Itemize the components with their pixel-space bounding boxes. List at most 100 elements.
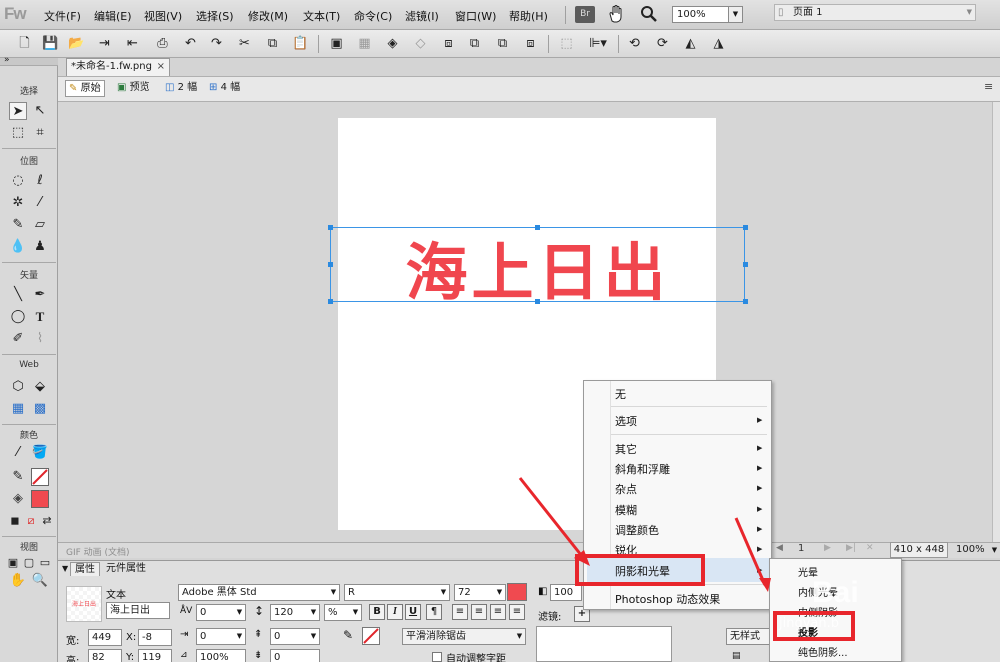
menu-select[interactable]: 选择(S) [196, 8, 234, 24]
stroke-color-icon[interactable]: ✎ [9, 468, 27, 486]
send-to-back-icon[interactable]: ⧈ [522, 35, 539, 52]
hand-icon[interactable] [606, 4, 626, 24]
resize-handle[interactable] [535, 225, 540, 230]
height-field[interactable]: 82 [88, 649, 122, 662]
opacity-field[interactable]: 100 [550, 584, 582, 601]
stroke-swatch[interactable] [362, 627, 380, 645]
split-icon[interactable]: ◇ [412, 35, 429, 52]
resize-handle[interactable] [328, 225, 333, 230]
resize-handle[interactable] [328, 299, 333, 304]
paint-bucket-tool-icon[interactable]: 🪣 [31, 444, 49, 462]
send-backward-icon[interactable]: ⧉ [494, 35, 511, 52]
print-icon[interactable]: ⎙ [154, 35, 171, 52]
lasso-tool-icon[interactable]: ℓ [31, 172, 49, 190]
close-icon[interactable]: × [157, 59, 165, 75]
panel-options-icon[interactable]: ≡ [984, 80, 993, 93]
menu-item-bevel-emboss[interactable]: 斜角和浮雕 [615, 461, 765, 477]
object-name-field[interactable]: 海上日出 [106, 602, 170, 619]
menu-file[interactable]: 文件(F) [44, 8, 81, 24]
fill-color-swatch[interactable] [31, 490, 49, 508]
text-tool-icon[interactable]: T [31, 308, 49, 326]
distribute-icon[interactable]: ⬚ [558, 35, 575, 52]
tab-symbol-properties[interactable]: 元件属性 [102, 562, 150, 576]
paragraph-icon[interactable]: ¶ [426, 604, 442, 620]
undo-icon[interactable]: ↶ [182, 35, 199, 52]
marquee-tool-icon[interactable]: ◌ [9, 172, 27, 190]
next-frame-icon[interactable]: ▶| [846, 543, 856, 553]
ungroup-icon[interactable]: ▦ [356, 35, 373, 52]
bring-forward-icon[interactable]: ⧉ [466, 35, 483, 52]
vertical-scrollbar[interactable] [992, 102, 1000, 542]
cut-icon[interactable]: ✂ [236, 35, 253, 52]
new-document-icon[interactable]: 🗋 [16, 35, 33, 52]
full-screen-icon[interactable]: ▭ [36, 554, 54, 572]
status-zoom-select[interactable]: 100% ▼ [952, 542, 1000, 558]
resize-handle[interactable] [535, 299, 540, 304]
menu-window[interactable]: 窗口(W) [455, 8, 496, 24]
font-style-select[interactable]: R ▼ [344, 584, 450, 601]
rotate-right-icon[interactable]: ⟳ [654, 35, 671, 52]
pointer-tool-icon[interactable]: ➤ [9, 102, 27, 120]
pencil-tool-icon[interactable]: ✎ [9, 216, 27, 234]
group-icon[interactable]: ▣ [328, 35, 345, 52]
zoom-level-select[interactable]: 100% ▼ [672, 6, 743, 23]
pen-tool-icon[interactable]: ✒ [31, 286, 49, 304]
justify-icon[interactable]: ≡ [509, 604, 525, 620]
redo-icon[interactable]: ↷ [208, 35, 225, 52]
style-select[interactable]: 无样式 [726, 628, 772, 645]
zoom-tool-icon[interactable]: 🔍 [31, 572, 49, 590]
menu-item-blur[interactable]: 模糊 [615, 502, 765, 518]
hide-slices-icon[interactable]: ▦ [9, 400, 27, 418]
tab-original[interactable]: ✎ 原始 [65, 80, 105, 97]
prev-frame-icon[interactable]: ◀ [776, 543, 783, 553]
resize-handle[interactable] [743, 262, 748, 267]
style-options-icon[interactable]: ▤ [732, 651, 741, 661]
document-tab[interactable]: *未命名-1.fw.png × [66, 58, 170, 76]
kerning-field[interactable]: 0 ▼ [196, 604, 246, 621]
collapse-icon[interactable]: » [4, 55, 10, 65]
page-select[interactable]: ▯ 页面 1 ▼ [774, 4, 976, 21]
resize-handle[interactable] [743, 299, 748, 304]
join-icon[interactable]: ◈ [384, 35, 401, 52]
underline-button[interactable]: U [405, 604, 421, 620]
menu-filters[interactable]: 滤镜(I) [405, 8, 439, 24]
antialias-select[interactable]: 平滑消除锯齿 ▼ [402, 628, 526, 645]
rubber-stamp-tool-icon[interactable]: ♟ [31, 238, 49, 256]
leading-unit-select[interactable]: % ▼ [324, 604, 362, 621]
zoom-icon[interactable] [640, 5, 658, 23]
tab-2-up[interactable]: ◫ 2 幅 [162, 80, 200, 97]
swap-colors-icon[interactable]: ⇄ [38, 512, 56, 530]
brush-tool-icon[interactable]: ⁄ [31, 194, 49, 212]
eraser-tool-icon[interactable]: ▱ [31, 216, 49, 234]
filters-list[interactable] [536, 626, 672, 662]
show-slices-icon[interactable]: ▩ [31, 400, 49, 418]
space-before-field[interactable]: 0 ▼ [270, 628, 320, 645]
save-icon[interactable]: 💾 [42, 35, 59, 52]
menu-view[interactable]: 视图(V) [144, 8, 182, 24]
flip-vertical-icon[interactable]: ◮ [710, 35, 727, 52]
horizontal-scale-field[interactable]: 100% [196, 649, 246, 662]
export-icon[interactable]: ⇤ [124, 35, 141, 52]
tab-preview[interactable]: ▣ 预览 [114, 80, 153, 97]
space-after-field[interactable]: 0 [270, 649, 320, 662]
x-field[interactable]: -8 [138, 629, 172, 646]
knife-tool-icon[interactable]: ⌇ [31, 330, 49, 348]
hand-tool-icon[interactable]: ✋ [9, 572, 27, 590]
crop-tool-icon[interactable]: ⌗ [31, 124, 49, 142]
subselection-tool-icon[interactable]: ↖ [31, 102, 49, 120]
tools-panel-grip[interactable]: » [0, 55, 58, 66]
blur-tool-icon[interactable]: 💧 [9, 238, 27, 256]
resize-handle[interactable] [328, 262, 333, 267]
font-size-field[interactable]: 72 ▼ [454, 584, 506, 601]
slice-tool-icon[interactable]: ⬙ [31, 378, 49, 396]
line-tool-icon[interactable]: ╲ [9, 286, 27, 304]
open-icon[interactable]: 📂 [68, 35, 85, 52]
align-center-icon[interactable]: ≡ [471, 604, 487, 620]
tab-4-up[interactable]: ⊞ 4 幅 [206, 80, 243, 97]
eyedropper-tool-icon[interactable]: ⁄ [9, 444, 27, 462]
y-field[interactable]: 119 [138, 649, 172, 662]
flip-horizontal-icon[interactable]: ◭ [682, 35, 699, 52]
paste-icon[interactable]: 📋 [292, 35, 309, 52]
menu-edit[interactable]: 编辑(E) [94, 8, 132, 24]
menu-item-photoshop-live-effects[interactable]: Photoshop 动态效果 [615, 591, 765, 607]
